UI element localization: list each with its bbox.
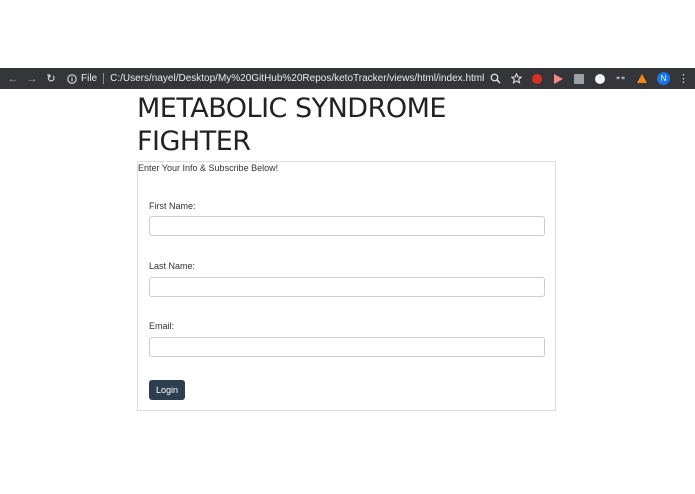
omnibox-divider [103, 73, 105, 84]
last-name-input[interactable] [149, 277, 545, 297]
extension-red-icon[interactable] [531, 73, 543, 85]
extension-fox-icon[interactable] [636, 73, 648, 85]
first-name-input[interactable] [149, 216, 545, 236]
scheme-label: File [81, 73, 98, 84]
zoom-icon[interactable] [489, 73, 501, 85]
login-button[interactable]: Login [149, 380, 185, 400]
subscribe-form: Enter Your Info & Subscribe Below! First… [137, 161, 556, 411]
url-text[interactable]: C:/Users/nayel/Desktop/My%20GitHub%20Rep… [110, 73, 484, 84]
address-bar[interactable]: File C:/Users/nayel/Desktop/My%20GitHub%… [67, 68, 484, 89]
reload-icon[interactable]: ↻ [44, 72, 58, 86]
back-icon[interactable]: ← [6, 72, 20, 86]
first-name-label: First Name: [149, 201, 196, 211]
last-name-label: Last Name: [149, 261, 196, 271]
profile-avatar[interactable]: N [657, 72, 670, 85]
bookmark-star-icon[interactable] [510, 73, 522, 85]
forward-icon[interactable]: → [25, 72, 39, 86]
form-intro: Enter Your Info & Subscribe Below! [138, 163, 279, 173]
page-title: METABOLIC SYNDROME FIGHTER [137, 93, 446, 157]
email-input[interactable] [149, 337, 545, 357]
browser-toolbar: ← → ↻ File C:/Users/nayel/Desktop/My%20G… [0, 68, 695, 89]
menu-icon[interactable]: ⋮ [678, 72, 689, 85]
extension-gray-icon[interactable] [573, 73, 585, 85]
toolbar-actions: 👓 N ⋮ [480, 68, 689, 89]
email-label: Email: [149, 321, 175, 331]
extension-glasses-icon[interactable]: 👓 [615, 73, 627, 85]
info-icon[interactable] [67, 73, 77, 84]
extension-circle-icon[interactable] [594, 73, 606, 85]
extension-play-icon[interactable] [552, 73, 564, 85]
